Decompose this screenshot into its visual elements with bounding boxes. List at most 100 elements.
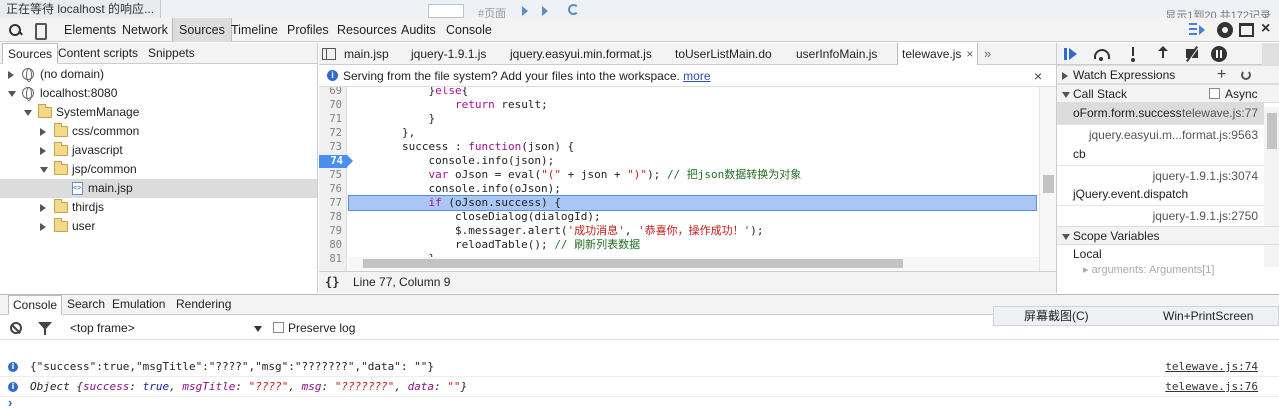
scroll-thumb[interactable] (363, 259, 903, 268)
tab-close-icon[interactable]: × (966, 47, 973, 61)
call-frame[interactable]: oForm.form.success telewave.js:77 (1057, 103, 1264, 125)
tab-timeline[interactable]: Timeline (225, 18, 284, 42)
line-number[interactable]: 75 (329, 168, 342, 182)
line-number[interactable]: 77 (329, 196, 342, 210)
code-line[interactable]: } (349, 112, 1036, 126)
call-frame-location[interactable]: jquery-1.9.1.js:2750 (1153, 209, 1258, 223)
frame-select[interactable]: <top frame> (70, 316, 135, 340)
file-tab-telewave[interactable]: telewave.js × (897, 43, 979, 65)
nav-tab-sources[interactable]: Sources (2, 43, 59, 64)
close-icon[interactable]: × (1261, 20, 1270, 38)
editor-horizontal-scrollbar[interactable] (349, 257, 1039, 270)
call-frame-location[interactable]: jquery-1.9.1.js:3074 (1153, 169, 1258, 183)
tree-item[interactable]: thirdjs (0, 198, 317, 217)
code-line[interactable]: }, (349, 126, 1036, 140)
scroll-thumb[interactable] (1043, 175, 1054, 193)
code-line[interactable]: console.info(oJson); (349, 182, 1036, 196)
tree-item[interactable]: main.jsp (0, 179, 317, 198)
execution-line[interactable]: if (oJson.success) { (348, 195, 1037, 211)
call-stack-header[interactable]: Call Stack Async (1057, 84, 1279, 103)
preserve-log-checkbox[interactable] (273, 322, 284, 333)
pause-on-exceptions-icon[interactable] (1211, 46, 1227, 62)
gear-icon[interactable] (1217, 22, 1233, 38)
call-frame[interactable]: cb jquery.easyui.m...format.js:9563 (1057, 125, 1264, 166)
tab-resources[interactable]: Resources (331, 18, 403, 42)
device-mode-icon[interactable] (32, 22, 48, 40)
call-frame-location[interactable]: telewave.js:77 (1182, 106, 1258, 120)
console-prompt[interactable]: › (8, 395, 12, 410)
file-tab-userinfo[interactable]: userInfoMain.js (792, 43, 881, 65)
line-number[interactable]: 78 (329, 210, 342, 224)
file-tab-jquery[interactable]: jquery-1.9.1.js (407, 43, 490, 65)
tab-network[interactable]: Network (116, 18, 174, 42)
async-checkbox[interactable] (1209, 88, 1220, 99)
code-line[interactable]: closeDialog(dialogId); (349, 210, 1036, 224)
scope-variables-header[interactable]: Scope Variables (1057, 226, 1279, 245)
code-line[interactable]: console.info(json); (349, 154, 1036, 168)
drawer-tab-console[interactable]: Console (8, 295, 63, 315)
inspect-search-icon[interactable] (7, 22, 23, 38)
code-line[interactable]: $.messager.alert('成功消息', '恭喜你，操作成功！'); (349, 224, 1036, 238)
nav-tab-snippets[interactable]: Snippets (143, 43, 200, 64)
chevron-down-icon[interactable] (254, 326, 262, 332)
editor-vertical-scrollbar[interactable] (1039, 87, 1056, 271)
drawer-tab-rendering[interactable]: Rendering (172, 295, 235, 315)
collapse-arrow-icon[interactable] (40, 128, 46, 136)
arguments-row[interactable]: ▸ arguments: Arguments[1] (1083, 263, 1214, 276)
local-scope-label[interactable]: Local (1073, 247, 1102, 261)
line-number[interactable]: 70 (329, 98, 342, 112)
code-line[interactable]: reloadTable(); // 刷新列表数据 (349, 238, 1036, 252)
more-tabs-button[interactable]: » (984, 43, 991, 65)
line-number[interactable]: 69 (329, 87, 342, 98)
line-number[interactable]: 71 (329, 112, 342, 126)
console-message-source[interactable]: telewave.js:74 (1165, 357, 1258, 377)
nav-tab-content-scripts[interactable]: Content scripts (53, 43, 143, 64)
console-drawer-icon[interactable] (1189, 23, 1207, 37)
tab-audits[interactable]: Audits (395, 18, 442, 42)
infobar-close-icon[interactable]: × (1034, 65, 1042, 87)
dock-side-icon[interactable] (1239, 23, 1254, 37)
line-number[interactable]: 80 (329, 238, 342, 252)
add-watch-icon[interactable]: + (1217, 65, 1226, 84)
toggle-navigator-icon[interactable] (322, 48, 336, 60)
expand-arrow-icon[interactable] (8, 91, 16, 97)
line-number[interactable]: 79 (329, 224, 342, 238)
tab-profiles[interactable]: Profiles (281, 18, 335, 42)
tab-elements[interactable]: Elements (58, 18, 122, 42)
tree-item[interactable]: jsp/common (0, 160, 317, 179)
collapse-arrow-icon[interactable] (40, 223, 46, 231)
file-tab-touserlist[interactable]: toUserListMain.do (671, 43, 776, 65)
expand-arrow-icon[interactable] (40, 167, 48, 173)
drawer-tab-search[interactable]: Search (63, 295, 109, 315)
tree-item[interactable]: SystemManage (0, 103, 317, 122)
collapse-arrow-icon[interactable] (40, 147, 46, 155)
step-over-icon[interactable] (1093, 46, 1110, 62)
drawer-tab-emulation[interactable]: Emulation (108, 295, 169, 315)
watch-expressions-header[interactable]: Watch Expressions + (1057, 65, 1279, 84)
scroll-thumb[interactable] (1267, 113, 1277, 149)
line-number[interactable]: 72 (329, 126, 342, 140)
clear-console-icon[interactable] (10, 322, 22, 334)
code-line[interactable]: }else{ (349, 87, 1036, 98)
console-message-source[interactable]: telewave.js:76 (1165, 377, 1258, 397)
code-line[interactable]: success : function(json) { (349, 140, 1036, 154)
resume-icon[interactable] (1063, 46, 1079, 62)
file-tab-main-jsp[interactable]: main.jsp (340, 43, 393, 65)
collapse-arrow-icon[interactable] (40, 204, 46, 212)
line-number[interactable]: 76 (329, 182, 342, 196)
code-line[interactable]: return result; (349, 98, 1036, 112)
pretty-print-icon[interactable]: {} (325, 272, 339, 293)
infobar-more-link[interactable]: more (683, 69, 710, 83)
line-number[interactable]: 73 (329, 140, 342, 154)
deactivate-breakpoints-icon[interactable] (1185, 46, 1201, 62)
filter-icon[interactable] (38, 322, 52, 335)
collapse-arrow-icon[interactable] (8, 71, 14, 79)
tree-item[interactable]: user (0, 217, 317, 236)
code-line[interactable]: var oJson = eval("(" + json + ")"); // 把… (349, 168, 1036, 182)
tab-console[interactable]: Console (440, 18, 498, 42)
call-frame-location[interactable]: jquery.easyui.m...format.js:9563 (1089, 128, 1258, 142)
tree-item[interactable]: localhost:8080 (0, 84, 317, 103)
call-frame[interactable]: jQuery.event.dispatch jquery-1.9.1.js:307… (1057, 166, 1264, 206)
tree-item[interactable]: (no domain) (0, 65, 317, 84)
breakpoint-marker[interactable]: 74 (319, 155, 353, 168)
